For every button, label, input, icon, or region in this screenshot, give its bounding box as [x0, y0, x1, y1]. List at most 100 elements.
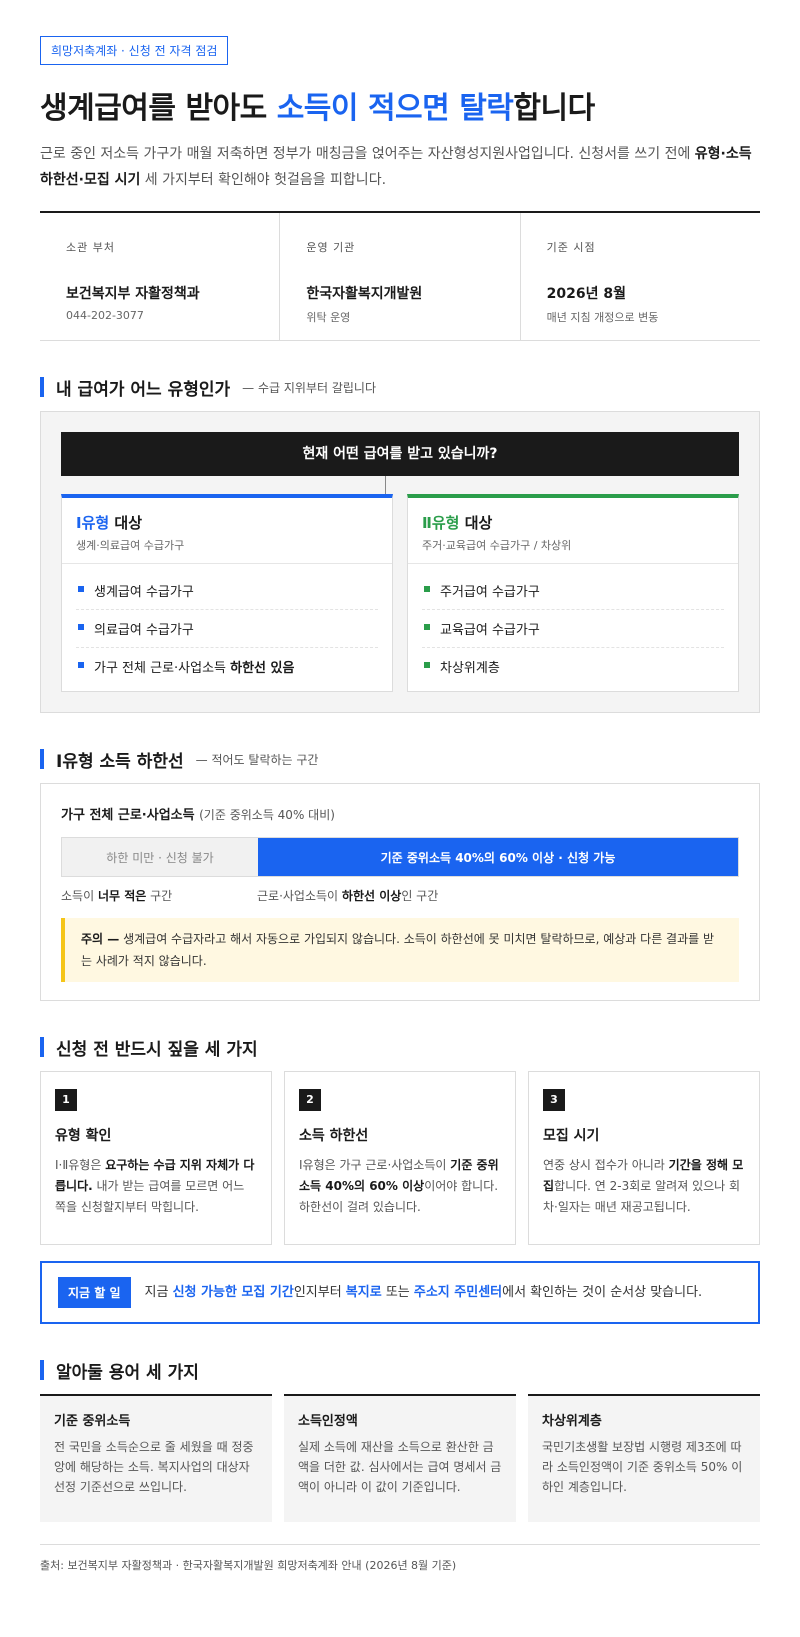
check-card-body: Ⅰ·Ⅱ유형은 요구하는 수급 지위 자체가 다릅니다. 내가 받는 급여를 모르…	[55, 1155, 257, 1218]
square-bullet-icon	[424, 624, 430, 630]
term-body: 국민기초생활 보장법 시행령 제3조에 따라 소득인정액이 기준 중위소득 50…	[542, 1440, 743, 1494]
meta-cell-date: 기준 시점 2026년 8월 매년 지침 개정으로 변동	[521, 213, 760, 340]
type1-accent: Ⅰ유형	[76, 514, 110, 532]
list-item: 가구 전체 근로·사업소득 하한선 있음	[76, 648, 378, 685]
term-title: 차상위계층	[542, 1414, 602, 1429]
check-card-title: 모집 시기	[543, 1128, 600, 1144]
type1-list: 생계급여 수급가구 의료급여 수급가구 가구 전체 근로·사업소득 하한선 있음	[62, 564, 392, 691]
type2-head: Ⅱ유형 대상 주거·교육급여 수급가구 / 차상위	[408, 498, 738, 564]
checklist-cards: 1 유형 확인 Ⅰ·Ⅱ유형은 요구하는 수급 지위 자체가 다릅니다. 내가 받…	[40, 1071, 760, 1245]
square-bullet-icon	[424, 586, 430, 592]
square-bullet-icon	[78, 662, 84, 668]
lead-text-1: 근로 중인 저소득 가구가 매월 저축하면 정부가 매칭금을 얹어주는 자산형성…	[40, 146, 695, 162]
type1-desc: 생계·의료급여 수급가구	[76, 539, 185, 552]
section-title-threshold: Ⅰ유형 소득 하한선 — 적어도 탈락하는 구간	[40, 749, 760, 772]
term-card: 차상위계층 국민기초생활 보장법 시행령 제3조에 따라 소득인정액이 기준 중…	[528, 1394, 760, 1522]
connector-line	[385, 476, 386, 494]
type1-name: Ⅰ유형 대상	[76, 512, 378, 533]
title-highlight: 소득이 적으면 탈락	[276, 91, 514, 126]
list-item-text: 의료급여 수급가구	[94, 623, 194, 638]
question-bar: 현재 어떤 급여를 받고 있습니까?	[61, 432, 739, 476]
meta-label: 기준 시점	[546, 241, 596, 254]
lead-paragraph: 근로 중인 저소득 가구가 매월 저축하면 정부가 매칭금을 얹어주는 자산형성…	[40, 141, 760, 193]
meta-table: 소관 부처 보건복지부 자활정책과 044-202-3077 운영 기관 한국자…	[40, 211, 760, 341]
threshold-box: 가구 전체 근로·사업소득 (기준 중위소득 40% 대비) 하한 미만 · 신…	[40, 783, 760, 1001]
step-number: 1	[55, 1089, 77, 1111]
check-card-body: Ⅰ유형은 가구 근로·사업소득이 기준 중위소득 40%의 60% 이상이어야 …	[299, 1155, 501, 1218]
type-columns: Ⅰ유형 대상 생계·의료급여 수급가구 생계급여 수급가구 의료급여 수급가구 …	[61, 494, 739, 692]
terms-cards: 기준 중위소득 전 국민을 소득순으로 줄 세웠을 때 정중앙에 해당하는 소득…	[40, 1394, 760, 1522]
section-title-terms: 알아둘 용어 세 가지	[40, 1360, 760, 1383]
source-note: 출처: 보건복지부 자활정책과 · 한국자활복지개발원 희망저축계좌 안내 (2…	[40, 1544, 760, 1573]
section-note: — 적어도 탈락하는 구간	[195, 752, 319, 767]
caption-text: 근로·사업소득이	[257, 889, 342, 903]
type1-head: Ⅰ유형 대상 생계·의료급여 수급가구	[62, 498, 392, 564]
type1-name-rest: 대상	[109, 514, 143, 532]
check-card-title: 유형 확인	[55, 1128, 112, 1144]
todo-part: 또는	[381, 1285, 414, 1300]
caption-bold: 하한선 이상	[341, 889, 402, 903]
type1-card: Ⅰ유형 대상 생계·의료급여 수급가구 생계급여 수급가구 의료급여 수급가구 …	[61, 494, 393, 692]
scale-high-segment: 기준 중위소득 40%의 60% 이상 · 신청 가능	[258, 838, 738, 876]
todo-highlight: 주소지 주민센터	[413, 1285, 503, 1300]
card-text: Ⅰ유형은 가구 근로·사업소득이	[299, 1158, 451, 1172]
caption-text: 구간	[146, 889, 173, 903]
todo-part: 지금	[144, 1285, 173, 1300]
page: 희망저축계좌 · 신청 전 자격 점검 생계급여를 받아도 소득이 적으면 탈락…	[0, 0, 800, 1573]
list-item: 의료급여 수급가구	[76, 610, 378, 648]
list-item-text: 가구 전체 근로·사업소득	[94, 661, 231, 676]
list-item-text: 차상위계층	[440, 661, 500, 676]
scale-captions: 소득이 너무 적은 구간 근로·사업소득이 하한선 이상인 구간	[61, 887, 739, 904]
check-card-title: 소득 하한선	[299, 1128, 369, 1144]
section-heading: 내 급여가 어느 유형인가	[56, 379, 231, 400]
todo-part: 에서 확인하는 것이 순서상 맞습니다.	[502, 1285, 703, 1300]
section-title-checklist: 신청 전 반드시 짚을 세 가지	[40, 1037, 760, 1060]
todo-badge: 지금 할 일	[58, 1277, 131, 1308]
check-card-income: 2 소득 하한선 Ⅰ유형은 가구 근로·사업소득이 기준 중위소득 40%의 6…	[284, 1071, 516, 1245]
section-note: — 수급 지위부터 갈립니다	[242, 380, 377, 395]
check-card-period: 3 모집 시기 연중 상시 접수가 아니라 기간을 정해 모집합니다. 연 2-…	[528, 1071, 760, 1245]
bar-title-main: 가구 전체 근로·사업소득	[61, 808, 195, 823]
page-title: 생계급여를 받아도 소득이 적으면 탈락합니다	[40, 83, 760, 127]
todo-text: 지금 신청 가능한 모집 기간인지부터 복지로 또는 주소지 주민센터에서 확인…	[145, 1282, 703, 1303]
meta-value: 한국자활복지개발원	[306, 286, 423, 302]
step-number: 2	[299, 1089, 321, 1111]
term-title: 소득인정액	[298, 1414, 358, 1429]
type2-desc: 주거·교육급여 수급가구 / 차상위	[422, 539, 572, 552]
card-text: 합니다. 연 2-3회로 알려져 있으나 회차·일자는 매년 재공고됩니다.	[543, 1179, 741, 1214]
type-decision-box: 현재 어떤 급여를 받고 있습니까? Ⅰ유형 대상 생계·의료급여 수급가구 생…	[40, 411, 760, 713]
warning-label: 주의 —	[81, 932, 120, 946]
term-card: 기준 중위소득 전 국민을 소득순으로 줄 세웠을 때 정중앙에 해당하는 소득…	[40, 1394, 272, 1522]
list-item-bold: 하한선 있음	[230, 661, 295, 676]
list-item: 생계급여 수급가구	[76, 572, 378, 610]
threshold-scale: 하한 미만 · 신청 불가 기준 중위소득 40%의 60% 이상 · 신청 가…	[61, 837, 739, 877]
list-item: 교육급여 수급가구	[422, 610, 724, 648]
todo-part: 인지부터	[293, 1285, 346, 1300]
title-post: 합니다	[513, 91, 595, 126]
square-bullet-icon	[424, 662, 430, 668]
list-item-text: 주거급여 수급가구	[440, 585, 540, 600]
type2-card: Ⅱ유형 대상 주거·교육급여 수급가구 / 차상위 주거급여 수급가구 교육급여…	[407, 494, 739, 692]
todo-highlight: 신청 가능한 모집 기간	[172, 1285, 294, 1300]
scale-caption-low: 소득이 너무 적은 구간	[61, 887, 257, 904]
meta-value: 보건복지부 자활정책과	[66, 286, 200, 302]
meta-sub: 매년 지침 개정으로 변동	[546, 311, 659, 324]
list-item-text: 생계급여 수급가구	[94, 585, 194, 600]
meta-label: 운영 기관	[306, 241, 356, 254]
warning-text: 생계급여 수급자라고 해서 자동으로 가입되지 않습니다. 소득이 하한선에 못…	[81, 932, 715, 968]
scale-caption-high: 근로·사업소득이 하한선 이상인 구간	[257, 887, 438, 904]
list-item: 차상위계층	[422, 648, 724, 685]
term-body: 전 국민을 소득순으로 줄 세웠을 때 정중앙에 해당하는 소득. 복지사업의 …	[54, 1440, 254, 1494]
caption-bold: 너무 적은	[97, 889, 147, 903]
meta-cell-operator: 운영 기관 한국자활복지개발원 위탁 운영	[280, 213, 521, 340]
type2-accent: Ⅱ유형	[422, 514, 460, 532]
caption-text: 소득이	[61, 889, 98, 903]
todo-highlight: 복지로	[345, 1285, 382, 1300]
check-card-body: 연중 상시 접수가 아니라 기간을 정해 모집합니다. 연 2-3회로 알려져 …	[543, 1155, 745, 1218]
section-heading: 신청 전 반드시 짚을 세 가지	[56, 1039, 258, 1060]
todo-callout: 지금 할 일 지금 신청 가능한 모집 기간인지부터 복지로 또는 주소지 주민…	[40, 1261, 760, 1324]
term-body: 실제 소득에 재산을 소득으로 환산한 금액을 더한 값. 심사에서는 급여 명…	[298, 1440, 502, 1494]
list-item: 주거급여 수급가구	[422, 572, 724, 610]
meta-sub: 044-202-3077	[66, 309, 144, 322]
section-heading: 알아둘 용어 세 가지	[56, 1362, 199, 1383]
